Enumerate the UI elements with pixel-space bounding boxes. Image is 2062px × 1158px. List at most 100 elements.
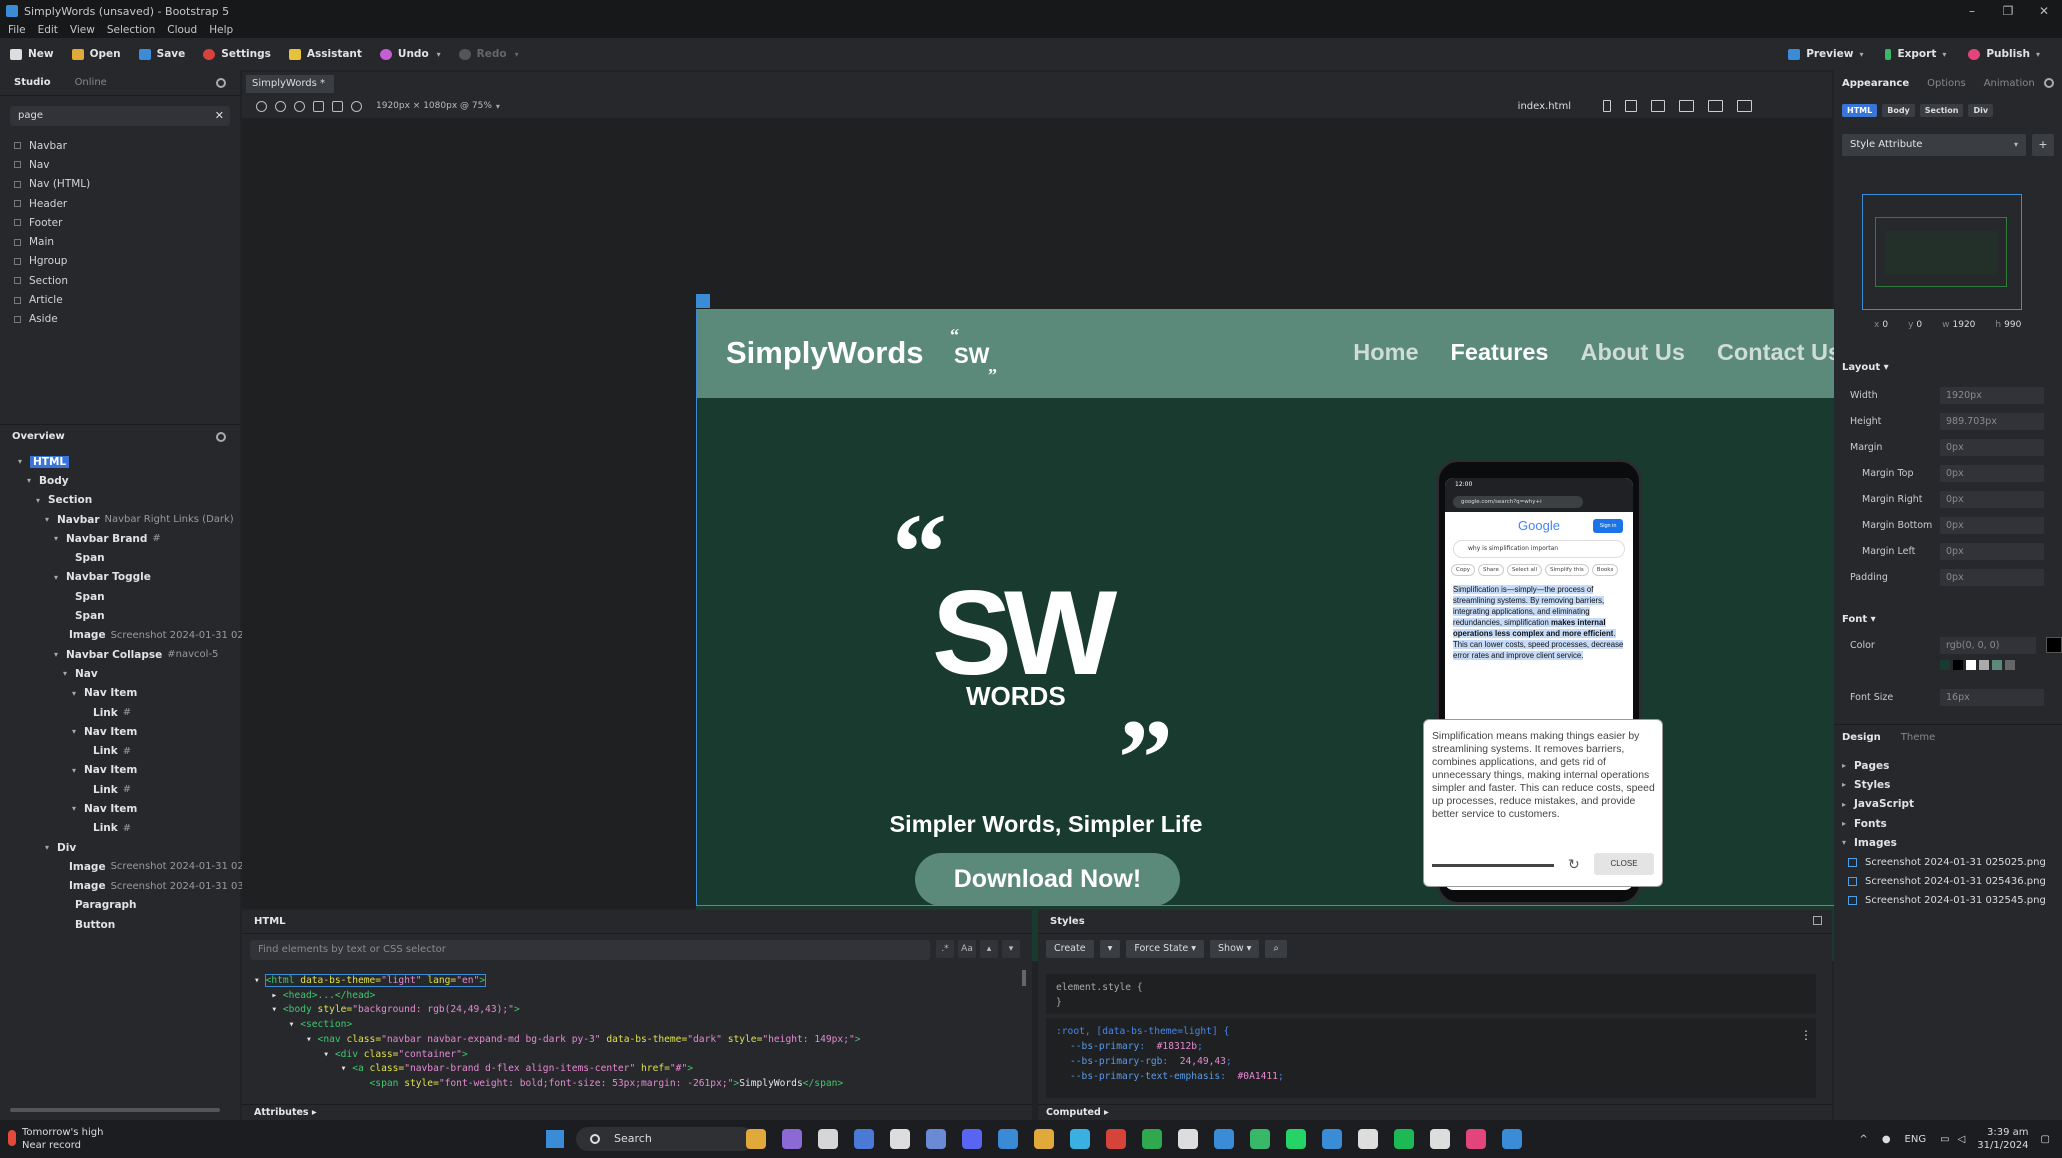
expand-icon[interactable] [1813,916,1822,925]
tree-node[interactable]: ▾ Nav Item [0,684,240,703]
tree-node[interactable]: ▾ Nav Item [0,799,240,818]
caret-icon[interactable]: ▸ [1842,761,1846,770]
hero-logo[interactable]: “ SW WORDS ” [892,499,1192,769]
caret-icon[interactable]: ▾ [27,476,33,485]
component-item[interactable]: Nav (HTML) [14,175,90,194]
design-item[interactable]: ▸ Pages [1842,756,2046,775]
tagline[interactable]: Simpler Words, Simpler Life [696,811,1396,838]
popup-close-button[interactable]: CLOSE [1594,853,1654,875]
css-variable[interactable]: --bs-primary: #18312b; [1056,1039,1806,1054]
nav-home[interactable]: Home [1353,339,1418,366]
notification-icon[interactable]: ▢ [2041,1134,2050,1145]
brightness-icon[interactable] [351,100,362,112]
assistant-button[interactable]: Assistant [288,48,362,60]
component-search-input[interactable]: page ✕ [10,106,230,126]
preview-button[interactable]: Preview ▾ [1788,48,1863,60]
tree-node[interactable]: ▾ HTML [0,452,240,471]
caret-icon[interactable]: ▸ [1842,819,1846,828]
caret-icon[interactable]: ▸ [1842,800,1846,809]
image-file[interactable]: Screenshot 2024-01-31 032545.png [1842,891,2046,910]
maximize-icon[interactable]: ❐ [1990,0,2026,22]
tree-node[interactable]: ▾ Nav [0,664,240,683]
caret-icon[interactable]: ▾ [1842,838,1846,847]
font-section-header[interactable]: Font ▾ [1842,614,1876,625]
caret-icon[interactable]: ▾ [72,689,78,698]
layout-value[interactable]: 1920px [1940,386,2044,404]
tablet-icon[interactable] [1625,100,1637,112]
teams-icon[interactable] [854,1129,874,1149]
design-canvas[interactable]: SimplyWords “ SW ” Home Features About U… [242,118,1855,961]
tree-node[interactable]: ▾ Nav Item [0,722,240,741]
layout-value[interactable]: 0px [1940,568,2044,586]
opera-icon[interactable] [1142,1129,1162,1149]
tree-node[interactable]: Span [0,548,240,567]
tree-node[interactable]: Paragraph [0,896,240,915]
design-item[interactable]: ▸ Styles [1842,775,2046,794]
regex-icon[interactable]: .* [936,940,954,958]
caret-icon[interactable]: ▸ [1842,780,1846,789]
tree-node[interactable]: ▾ Navbar Navbar Right Links (Dark) [0,510,240,529]
caret-icon[interactable]: ▾ [54,573,60,582]
site-navbar[interactable]: SimplyWords “ SW ” Home Features About U… [696,309,1855,398]
tree-node[interactable]: ▾ Nav Item [0,761,240,780]
search-icon[interactable] [216,78,226,88]
nav-features[interactable]: Features [1451,339,1549,366]
root-style-block[interactable]: :root, [data-bs-theme=light] {--bs-prima… [1046,1018,1816,1098]
component-item[interactable]: Section [14,271,90,290]
brand-logo-icon[interactable]: “ SW ” [946,323,1006,383]
download-button[interactable]: Download Now! [915,853,1180,906]
tab-studio[interactable]: Studio [14,77,51,88]
pill-section[interactable]: Section [1919,104,1964,117]
layout-section-header[interactable]: Layout ▾ [1842,362,1889,373]
store-icon[interactable] [998,1129,1018,1149]
simplify-popup[interactable]: Simplification means making things easie… [1423,719,1663,887]
publish-button[interactable]: Publish ▾ [1968,48,2040,60]
refresh-icon[interactable]: ↻ [1568,857,1580,873]
box-model[interactable] [1862,194,2022,310]
design-item[interactable]: ▸ JavaScript [1842,795,2046,814]
create-dropdown[interactable]: ▾ [1099,940,1121,958]
copilot-icon[interactable] [782,1129,802,1149]
component-item[interactable]: Header [14,194,90,213]
canvas-size[interactable]: 1920px × 1080px @ 75% [376,101,492,111]
chevron-down-icon[interactable]: ▾ [1002,940,1020,958]
swatch-5[interactable] [1992,660,2002,670]
chevron-up-icon[interactable]: ▴ [980,940,998,958]
close-icon[interactable]: ✕ [2026,0,2062,22]
create-button[interactable]: Create [1046,940,1094,958]
settings-app-icon[interactable] [926,1129,946,1149]
color-value[interactable]: rgb(0, 0, 0) [1940,636,2036,654]
component-item[interactable]: Footer [14,213,90,232]
wide-desktop-icon[interactable] [1737,100,1752,112]
menu-view[interactable]: View [70,24,95,36]
edge-icon[interactable] [1106,1129,1126,1149]
layout-value[interactable]: 0px [1940,516,2044,534]
caret-icon[interactable]: ▾ [54,534,60,543]
css-variable[interactable]: --bs-primary-rgb: 24,49,43; [1056,1054,1806,1069]
layout-value[interactable]: 989.703px [1940,412,2044,430]
tab-theme[interactable]: Theme [1901,732,1936,743]
whatsapp-icon[interactable] [1322,1129,1342,1149]
caret-icon[interactable]: ▾ [54,650,60,659]
redo-button[interactable]: Redo ▾ [458,48,519,60]
menu-help[interactable]: Help [209,24,233,36]
tree-node[interactable]: Image Screenshot 2024-01-31 032545. [0,877,272,896]
tree-node[interactable]: Button [0,915,240,934]
pill-html[interactable]: HTML [1842,104,1878,117]
volume-icon[interactable]: ◁ [1958,1134,1966,1145]
popup-slider[interactable] [1432,864,1554,867]
export-button[interactable]: Export ▾ [1885,48,1946,60]
tab-appearance[interactable]: Appearance [1842,78,1909,89]
save-button[interactable]: Save [138,48,185,60]
chrome-icon[interactable] [1034,1129,1054,1149]
vertical-scrollbar[interactable] [1022,970,1026,986]
tab-design[interactable]: Design [1842,732,1881,743]
caret-icon[interactable]: ▾ [72,727,78,736]
open-button[interactable]: Open [71,48,121,60]
rotate-icon[interactable] [294,100,305,112]
tree-node[interactable]: ▾ Navbar Toggle [0,568,240,587]
tree-node[interactable]: ▾ Navbar Collapse #navcol-5 [0,645,240,664]
spotify-icon[interactable] [1430,1129,1450,1149]
clock[interactable]: 3:39 am 31/1/2024 [1977,1126,2028,1152]
component-item[interactable]: Main [14,232,90,251]
